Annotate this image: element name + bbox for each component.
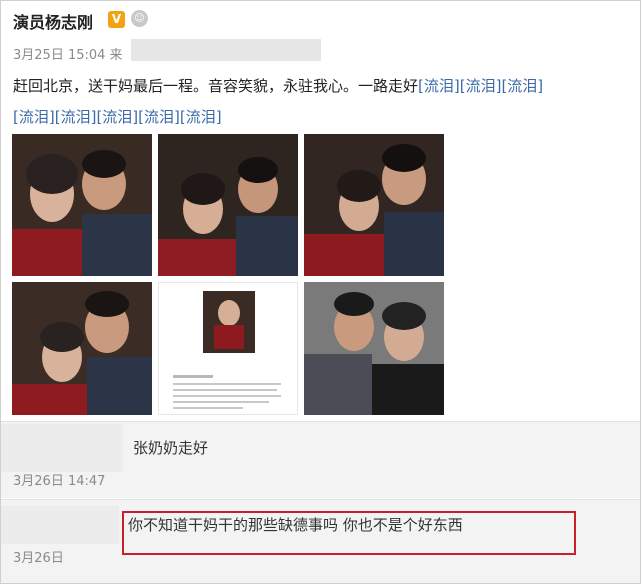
screenshot-frame: 演员杨志刚 V ☺ 3月25日 15:04 来 赶回北京，送干妈最后一程。音容笑… [0, 0, 641, 584]
emoji-cry: [流泪] [54, 108, 97, 126]
emoji-cry: [流泪] [501, 77, 544, 95]
post-photo-5[interactable] [158, 282, 298, 415]
post-photo-1[interactable] [12, 134, 152, 276]
emoji-cry: [流泪] [418, 77, 460, 95]
reply-timestamp: 3月26日 14:47 [13, 474, 106, 489]
post-body-text: 赶回北京，送干妈最后一程。音容笑貌，永驻我心。一路走好 [13, 77, 419, 95]
post-photo-2[interactable] [158, 134, 298, 276]
emoji-cry: [流泪] [459, 77, 502, 95]
level-badge-icon: ☺ [131, 10, 148, 27]
highlight-annotation-box [122, 511, 576, 555]
emoji-cry: [流泪] [13, 108, 55, 126]
emoji-cry: [流泪] [96, 108, 139, 126]
redacted-source [131, 39, 321, 61]
redacted-avatar [1, 506, 119, 544]
post-body: 赶回北京，送干妈最后一程。音容笑貌，永驻我心。一路走好[流泪][流泪][流泪] … [13, 71, 633, 133]
reply-timestamp: 3月26日 [13, 551, 64, 566]
emoji-cry: [流泪] [138, 108, 180, 126]
reply-text: 张奶奶走好 [133, 439, 209, 457]
post-photo-3[interactable] [304, 134, 444, 276]
redacted-avatar [1, 424, 123, 472]
weibo-post: 演员杨志刚 V ☺ 3月25日 15:04 来 赶回北京，送干妈最后一程。音容笑… [1, 1, 640, 421]
verified-icon: V [108, 11, 125, 28]
post-photo-6[interactable] [304, 282, 444, 415]
reply-item: 张奶奶走好 3月26日 14:47 [1, 422, 640, 498]
post-timestamp: 3月25日 15:04 来 [13, 48, 123, 63]
post-author-name[interactable]: 演员杨志刚 [13, 9, 93, 33]
post-photo-4[interactable] [12, 282, 152, 415]
emoji-cry: [流泪] [179, 108, 222, 126]
